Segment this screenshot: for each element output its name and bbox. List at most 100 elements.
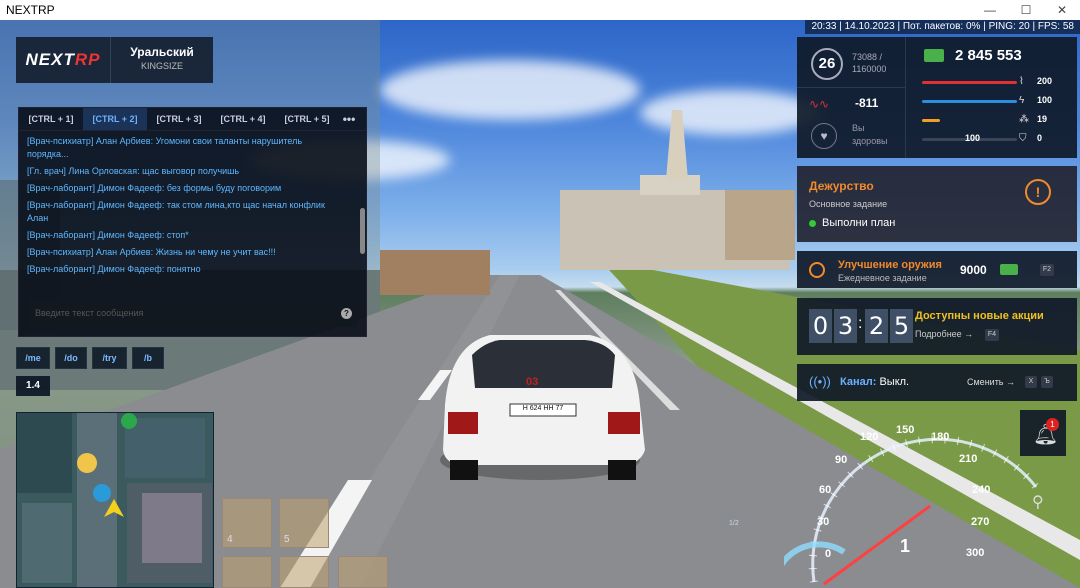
shield-value: 0	[1037, 133, 1043, 143]
chat-message: [Врач-лаборант] Димон Фадееф: без формы …	[27, 183, 282, 193]
hunger-bar	[922, 81, 1017, 84]
duty-panel[interactable]: Дежурство Основное задание Выполни план …	[797, 166, 1077, 242]
ammo-icon: ⁂	[1019, 114, 1029, 125]
inventory-slot[interactable]	[279, 556, 329, 588]
energy-bar	[922, 100, 1017, 103]
seatbelt-icon: ⚲	[1032, 494, 1044, 511]
key-f2: F2	[1040, 264, 1054, 276]
reputation-icon: ∿∿	[809, 97, 830, 111]
inventory-slot-4[interactable]: 4	[222, 498, 272, 548]
money-icon	[924, 49, 944, 62]
xp-text: 73088 /1160000	[852, 52, 887, 74]
brand-logo: NEXT RP	[16, 37, 111, 83]
server-sub: KINGSIZE	[140, 61, 183, 71]
key-x: X	[1025, 376, 1037, 388]
hunger-value: 200	[1037, 76, 1053, 86]
speed-tick: 210	[959, 453, 978, 465]
promo-title: Доступны новые акции	[915, 310, 1044, 322]
cmd-b-button[interactable]: /b	[132, 347, 164, 369]
chat-window: [CTRL + 1] [CTRL + 2] [CTRL + 3] [CTRL +…	[18, 107, 367, 337]
chat-scrollbar[interactable]	[360, 208, 365, 254]
channel-status: Канал: Выкл.	[840, 376, 910, 388]
health-status: Вы здоровы	[852, 123, 888, 146]
window-title: NEXTRP	[6, 3, 55, 17]
task-icon	[809, 262, 825, 278]
chat-more-button[interactable]: •••	[339, 108, 359, 130]
weapon-task-title: Улучшение оружия	[838, 259, 942, 271]
inventory-slot[interactable]	[338, 556, 388, 588]
cmd-do-button[interactable]: /do	[55, 347, 87, 369]
shield-icon: ⛉	[1019, 133, 1027, 144]
radio-icon: ((•))	[809, 374, 831, 389]
chat-tab-4[interactable]: [CTRL + 4]	[211, 108, 275, 130]
version-badge: 1.4	[16, 376, 50, 396]
key-hard-sign: Ъ	[1041, 376, 1053, 388]
speed-tick: 0	[825, 548, 832, 560]
chat-tab-1[interactable]: [CTRL + 1]	[19, 108, 83, 130]
promo-link[interactable]: Подробнее →	[915, 329, 973, 339]
maximize-button[interactable]: ☐	[1008, 0, 1044, 20]
reputation-value: -811	[855, 96, 879, 110]
close-button[interactable]: ✕	[1044, 0, 1080, 20]
server-name: Уральский	[130, 45, 194, 59]
server-logo: NEXT RP Уральский KINGSIZE	[16, 37, 213, 83]
car-roof-number: 03	[526, 376, 539, 388]
chat-message: [Гл. врач] Лина Орловская: щас выговор п…	[27, 166, 240, 176]
chat-message: [Врач-лаборант] Димон Фадееф: так стом л…	[27, 200, 325, 223]
timer-separator: :	[858, 315, 863, 332]
speed-tick: 120	[860, 431, 879, 443]
chat-message: [Врач-психиатр] Алан Арбиев: Угомони сво…	[27, 136, 303, 159]
chat-tab-2[interactable]: [CTRL + 2]	[83, 108, 147, 130]
speed-tick: 90	[835, 454, 848, 466]
weapon-task-panel[interactable]: Улучшение оружия Ежедневное задание 9000…	[797, 251, 1077, 288]
fuel-label: 1/2	[729, 520, 739, 527]
chat-message: [Врач-лаборант] Димон Фадееф: стоп*	[27, 230, 189, 240]
gear-indicator: 1	[900, 536, 911, 556]
speed-tick: 150	[896, 424, 915, 436]
speed-tick: 180	[931, 431, 950, 443]
timer-digit: 3	[834, 309, 857, 343]
energy-value: 100	[1037, 95, 1053, 105]
chat-tab-3[interactable]: [CTRL + 3]	[147, 108, 211, 130]
duty-title: Дежурство	[809, 179, 874, 193]
change-channel-button[interactable]: Сменить →	[967, 377, 1015, 387]
inventory-slot[interactable]	[222, 556, 272, 588]
speed-tick: 240	[972, 484, 991, 496]
chat-input[interactable]: Введите текст сообщения	[27, 299, 357, 327]
cmd-me-button[interactable]: /me	[16, 347, 50, 369]
chat-tab-5[interactable]: [CTRL + 5]	[275, 108, 339, 130]
key-f4: F4	[985, 329, 999, 341]
money-value: 2 845 553	[955, 47, 1022, 64]
duty-subtitle: Основное задание	[809, 199, 888, 209]
timer-digit: 0	[809, 309, 832, 343]
duty-task: Выполни план	[822, 217, 896, 229]
bolt-icon: ϟ	[1019, 95, 1025, 106]
chat-message: [Врач-лаборант] Димон Фадееф: понятно	[27, 264, 201, 274]
timer-digit: 2	[865, 309, 888, 343]
player-hud: 26 73088 /1160000 2 845 553 ∿∿ -811 ♥ Вы…	[797, 37, 1077, 158]
alert-icon[interactable]: !	[1025, 179, 1051, 205]
chat-message: [Врач-психиатр] Алан Арбиев: Жизнь ни че…	[27, 247, 276, 257]
speed-tick: 270	[971, 516, 990, 528]
license-plate: Н 624 НН 77	[522, 405, 564, 412]
ammo-bar	[922, 119, 941, 122]
status-bar: 20:33 | 14.10.2023 | Пот. пакетов: 0% | …	[805, 20, 1080, 34]
minimap[interactable]	[16, 412, 214, 588]
armor-value: 100	[965, 133, 981, 143]
cmd-try-button[interactable]: /try	[92, 347, 127, 369]
weapon-task-subtitle: Ежедневное задание	[838, 273, 927, 283]
pulse-icon: ⌇	[1019, 76, 1024, 87]
money-icon	[1000, 264, 1018, 275]
promo-panel[interactable]: 0 3 : 2 5 Доступны новые акции Подробнее…	[797, 298, 1077, 355]
radio-channel-panel[interactable]: ((•)) Канал: Выкл. Сменить → X Ъ	[797, 364, 1077, 401]
timer-digit: 5	[890, 309, 913, 343]
health-icon: ♥	[811, 123, 837, 149]
weapon-task-reward: 9000	[960, 263, 987, 277]
task-status-dot	[809, 220, 816, 227]
chat-messages: [Врач-психиатр] Алан Арбиев: Угомони сво…	[19, 131, 366, 299]
minimize-button[interactable]: —	[972, 0, 1008, 20]
speed-tick: 300	[966, 547, 985, 559]
inventory-slot-5[interactable]: 5	[279, 498, 329, 548]
help-icon[interactable]: ?	[341, 308, 352, 319]
speed-tick: 30	[817, 516, 830, 528]
